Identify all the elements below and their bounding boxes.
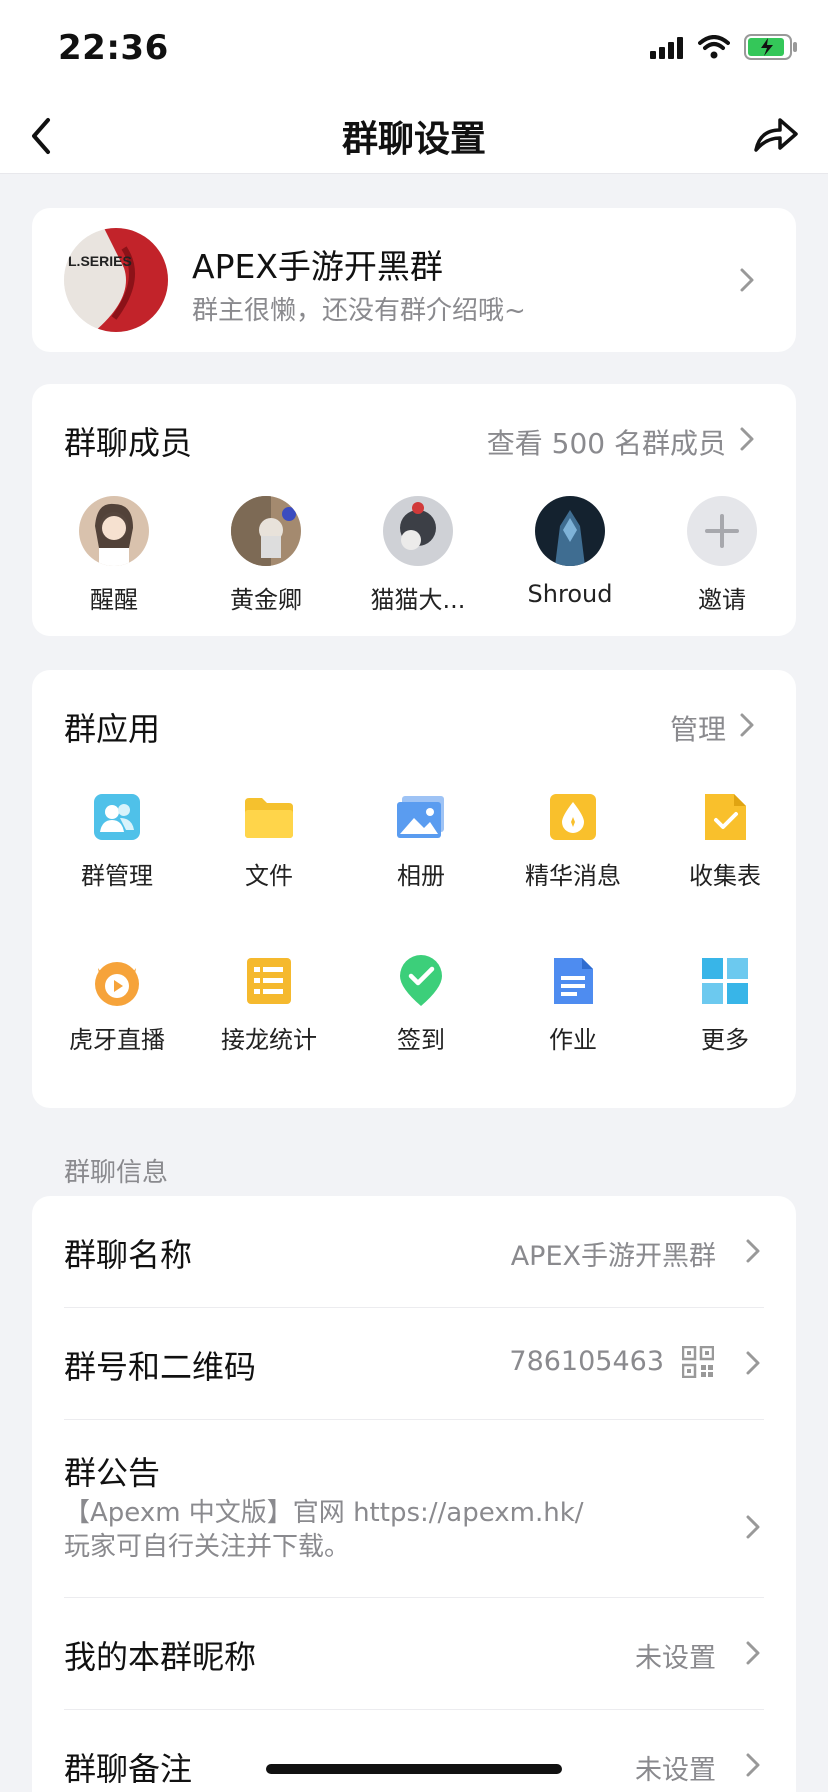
member-name: 猫猫大...	[370, 586, 466, 614]
app-relay-stats[interactable]: 接龙统计	[199, 954, 339, 1055]
chevron-right-icon	[742, 1236, 764, 1266]
member-item[interactable]: 醒醒	[44, 496, 184, 615]
page-title: 群聊设置	[341, 119, 486, 160]
app-files[interactable]: 文件	[199, 790, 339, 891]
member-name: 醒醒	[90, 586, 138, 614]
row-value: APEX手游开黑群	[510, 1241, 716, 1272]
more-grid-icon	[698, 954, 752, 1008]
row-title: 群聊备注	[64, 1750, 193, 1788]
notice-line: 【Apexm 中文版】官网 https://apexm.hk/	[64, 1498, 584, 1528]
homework-icon	[546, 954, 600, 1008]
row-group-id-qr[interactable]: 群号和二维码 786105463	[64, 1308, 764, 1420]
relay-icon	[242, 954, 296, 1008]
app-label: 群管理	[81, 862, 153, 890]
row-group-remark[interactable]: 群聊备注 未设置	[64, 1710, 764, 1792]
share-button[interactable]	[750, 110, 800, 160]
app-label: 相册	[397, 862, 445, 890]
chevron-right-icon	[742, 1638, 764, 1668]
group-apps-card: 群应用 管理 群管理 文件 相册 精华消息 收集表 虎牙直播 接龙统计 签到 作…	[32, 670, 796, 1108]
members-card: 群聊成员 查看 500 名群成员 醒醒 黄金卿 猫猫大... Shroud 邀请	[32, 384, 796, 636]
app-group-manage[interactable]: 群管理	[47, 790, 187, 891]
row-title: 我的本群昵称	[64, 1638, 257, 1676]
app-label: 精华消息	[525, 862, 621, 890]
group-description: 群主很懒，还没有群介绍哦~	[192, 296, 526, 326]
chevron-right-icon	[736, 424, 758, 454]
app-label: 作业	[549, 1026, 597, 1054]
avatar	[231, 496, 301, 566]
row-group-notice[interactable]: 群公告 【Apexm 中文版】官网 https://apexm.hk/ 玩家可自…	[64, 1420, 764, 1598]
app-label: 收集表	[689, 862, 761, 890]
info-section-label: 群聊信息	[64, 1158, 169, 1188]
app-album[interactable]: 相册	[351, 790, 491, 891]
notice-body: 【Apexm 中文版】官网 https://apexm.hk/ 玩家可自行关注并…	[64, 1496, 584, 1564]
app-label: 文件	[245, 862, 293, 890]
chevron-right-icon	[742, 1512, 764, 1542]
row-title: 群公告	[64, 1454, 161, 1492]
app-collect-form[interactable]: 收集表	[655, 790, 795, 891]
battery-icon	[744, 34, 797, 60]
apps-title: 群应用	[64, 710, 161, 748]
signal-icon	[650, 37, 683, 59]
invite-label: 邀请	[698, 586, 746, 614]
group-info-card: 群聊名称 APEX手游开黑群 群号和二维码 786105463 群公告 【Ape…	[32, 1196, 796, 1792]
plus-icon	[687, 496, 757, 566]
status-time: 22:36	[58, 28, 169, 68]
status-icons	[650, 34, 798, 60]
app-more[interactable]: 更多	[655, 954, 795, 1055]
avatar	[383, 496, 453, 566]
chevron-right-icon	[742, 1750, 764, 1780]
group-name: APEX手游开黑群	[192, 247, 443, 286]
folder-icon	[242, 790, 296, 844]
members-title: 群聊成员	[64, 424, 193, 462]
row-title: 群聊名称	[64, 1236, 193, 1274]
member-item[interactable]: 猫猫大...	[348, 496, 488, 615]
chevron-right-icon	[736, 265, 758, 295]
row-value: 未设置	[635, 1755, 716, 1786]
group-manage-icon	[90, 790, 144, 844]
app-essence[interactable]: 精华消息	[503, 790, 643, 891]
essence-icon	[546, 790, 600, 844]
status-bar: 22:36	[0, 0, 828, 100]
collect-form-icon	[698, 790, 752, 844]
huya-icon	[90, 954, 144, 1008]
member-item[interactable]: 黄金卿	[196, 496, 336, 615]
row-value: 未设置	[635, 1643, 716, 1674]
avatar	[79, 496, 149, 566]
member-item[interactable]: Shroud	[500, 496, 640, 608]
member-name: Shroud	[527, 580, 613, 608]
avatar	[535, 496, 605, 566]
album-icon	[394, 790, 448, 844]
app-huya-live[interactable]: 虎牙直播	[47, 954, 187, 1055]
wifi-icon	[698, 35, 730, 59]
row-my-nickname[interactable]: 我的本群昵称 未设置	[64, 1598, 764, 1710]
invite-button[interactable]: 邀请	[652, 496, 792, 615]
row-group-name[interactable]: 群聊名称 APEX手游开黑群	[64, 1196, 764, 1308]
group-profile-card[interactable]: L.SERIES APEX手游开黑群 群主很懒，还没有群介绍哦~	[32, 208, 796, 352]
home-indicator	[266, 1764, 562, 1774]
manage-apps-link[interactable]: 管理	[670, 708, 726, 748]
chevron-right-icon	[742, 1348, 764, 1378]
view-all-members-link[interactable]: 查看 500 名群成员	[487, 422, 726, 462]
notice-line: 玩家可自行关注并下载。	[64, 1532, 351, 1562]
share-icon	[754, 118, 798, 152]
qr-code-icon	[681, 1345, 715, 1379]
app-label: 签到	[397, 1026, 445, 1054]
group-avatar-text: L.SERIES	[68, 253, 132, 269]
app-label: 虎牙直播	[69, 1026, 165, 1054]
member-name: 黄金卿	[230, 586, 302, 614]
nav-bar: 群聊设置	[0, 100, 828, 174]
group-avatar: L.SERIES	[64, 228, 168, 332]
checkin-icon	[394, 954, 448, 1008]
app-label: 更多	[701, 1026, 749, 1054]
app-checkin[interactable]: 签到	[351, 954, 491, 1055]
app-label: 接龙统计	[221, 1026, 317, 1054]
chevron-right-icon	[736, 710, 758, 740]
app-homework[interactable]: 作业	[503, 954, 643, 1055]
group-id-value: 786105463	[509, 1346, 664, 1377]
row-title: 群号和二维码	[64, 1348, 257, 1386]
